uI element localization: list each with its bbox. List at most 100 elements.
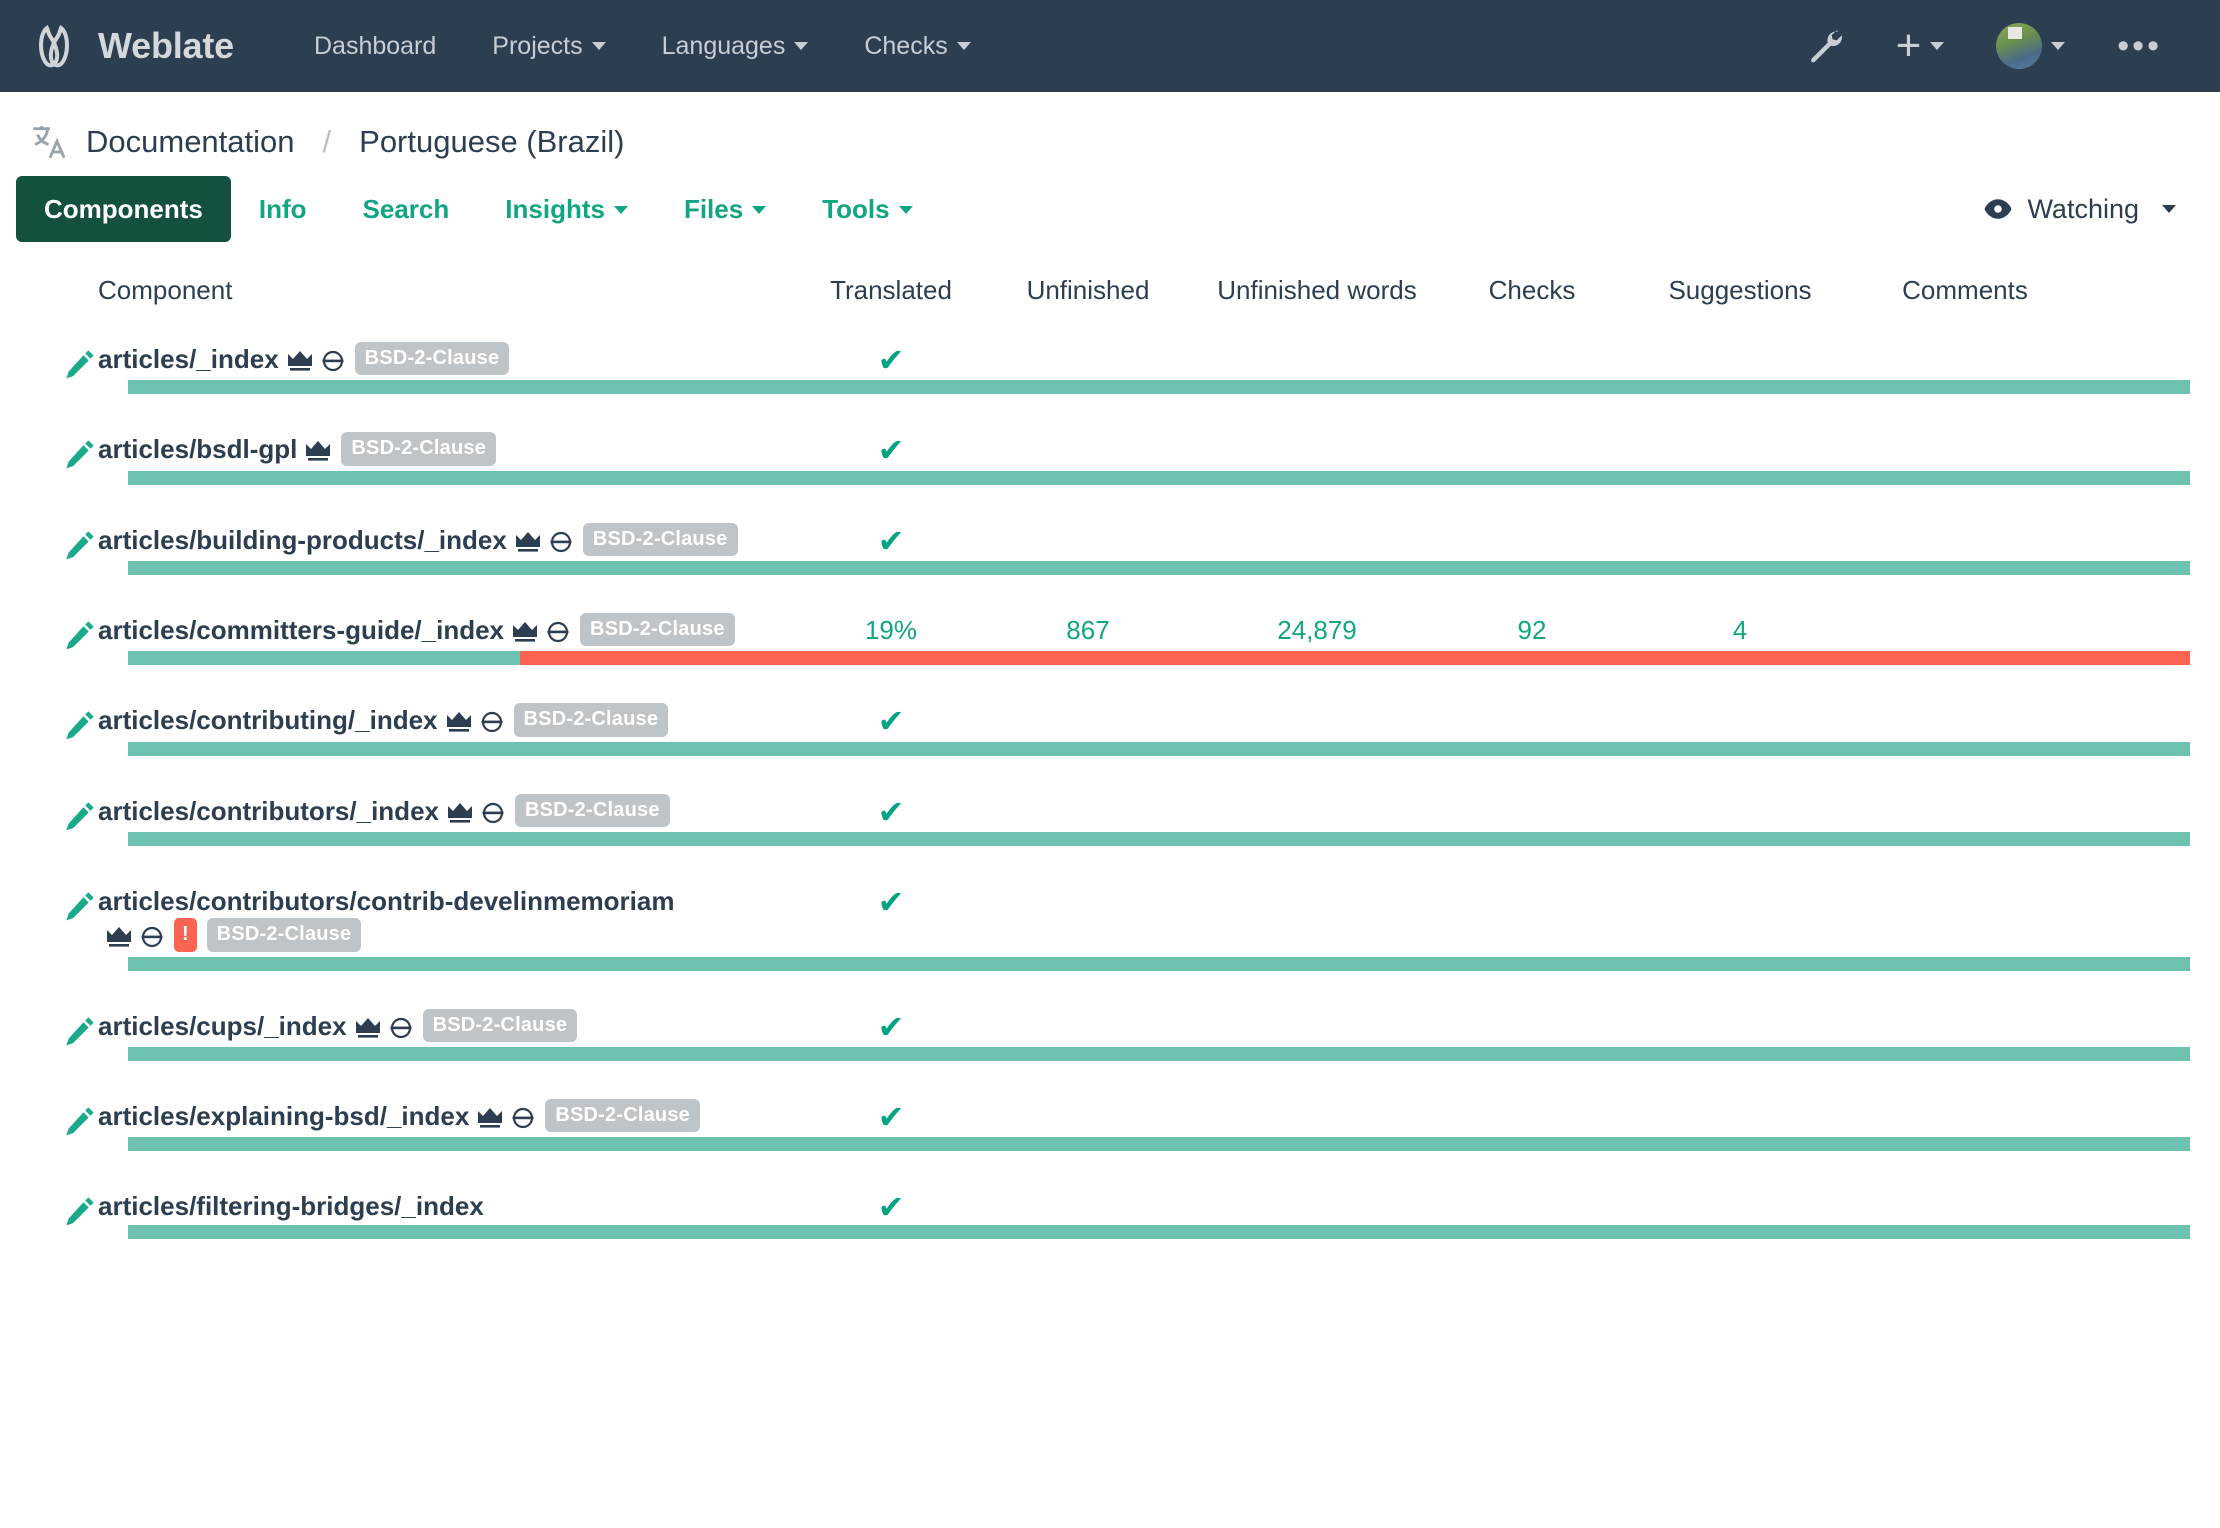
progress-translated-segment xyxy=(128,1137,2190,1151)
row-spacer xyxy=(30,1061,2190,1085)
progress-bar xyxy=(128,1225,2190,1239)
chevron-down-icon xyxy=(2051,42,2065,50)
component-name-link[interactable]: articles/committers-guide/_index xyxy=(98,615,504,645)
component-badges: ! BSD-2-Clause xyxy=(98,920,361,950)
nav-link-languages[interactable]: Languages xyxy=(634,0,837,92)
edit-pencil-icon[interactable] xyxy=(62,707,98,743)
progress-bar xyxy=(128,957,2190,971)
cell-checks xyxy=(1442,523,1622,525)
cell-suggestions xyxy=(1622,884,1858,886)
license-badge: BSD-2-Clause xyxy=(583,523,738,556)
header-component: Component xyxy=(98,275,798,306)
cell-checks xyxy=(1442,884,1622,886)
chevron-down-icon xyxy=(957,42,971,50)
tab-insights[interactable]: Insights xyxy=(477,176,656,242)
table-row: articles/bsdl-gplBSD-2-Clause✔ xyxy=(30,418,2190,508)
tab-files-label: Files xyxy=(684,194,743,224)
edit-pencil-icon[interactable] xyxy=(62,436,98,472)
component-name-link[interactable]: articles/filtering-bridges/_index xyxy=(98,1191,484,1221)
edit-pencil-icon[interactable] xyxy=(62,617,98,653)
cell-comments xyxy=(1858,884,2072,886)
cell-translated: ✔ xyxy=(798,884,984,920)
watching-dropdown[interactable]: Watching xyxy=(1983,194,2190,225)
cell-suggestions[interactable]: 4 xyxy=(1622,613,1858,646)
component-name-link[interactable]: articles/contributors/_index xyxy=(98,796,439,826)
table-row: articles/contributors/_indexBSD-2-Clause… xyxy=(30,780,2190,870)
table-row: articles/explaining-bsd/_indexBSD-2-Clau… xyxy=(30,1085,2190,1175)
cell-suggestions xyxy=(1622,342,1858,344)
chevron-down-icon xyxy=(794,42,808,50)
progress-bar xyxy=(128,380,2190,394)
component-name-link[interactable]: articles/contributors/contrib-develinmem… xyxy=(98,886,674,916)
user-menu-button[interactable] xyxy=(1970,0,2091,92)
nav-link-checks[interactable]: Checks xyxy=(836,0,998,92)
tab-files[interactable]: Files xyxy=(656,176,794,242)
chevron-down-icon xyxy=(899,206,913,214)
edit-pencil-icon[interactable] xyxy=(62,527,98,563)
cell-translated: ✔ xyxy=(798,1009,984,1045)
license-badge: BSD-2-Clause xyxy=(207,918,362,951)
tab-search[interactable]: Search xyxy=(335,176,478,242)
progress-bar xyxy=(128,561,2190,575)
more-menu-button[interactable]: ••• xyxy=(2091,0,2188,92)
wrench-settings-button[interactable] xyxy=(1780,0,1870,92)
brand-home-link[interactable]: Weblate xyxy=(34,22,234,70)
breadcrumb-language[interactable]: Portuguese (Brazil) xyxy=(359,124,624,160)
cell-checks xyxy=(1442,1009,1622,1011)
check-icon: ✔ xyxy=(878,1189,905,1225)
component-cell: articles/explaining-bsd/_indexBSD-2-Clau… xyxy=(98,1099,798,1137)
link-icon xyxy=(480,707,504,741)
tab-info[interactable]: Info xyxy=(231,176,335,242)
component-name-link[interactable]: articles/_index xyxy=(98,344,279,374)
alert-badge[interactable]: ! xyxy=(174,918,197,951)
link-icon xyxy=(140,922,164,956)
component-cell: articles/contributing/_indexBSD-2-Clause xyxy=(98,703,798,741)
crown-icon xyxy=(106,922,132,956)
check-icon: ✔ xyxy=(878,884,905,920)
cell-unfinished-words xyxy=(1192,1009,1442,1011)
component-name-link[interactable]: articles/explaining-bsd/_index xyxy=(98,1101,469,1131)
progress-untranslated-segment xyxy=(520,651,2190,665)
tab-components[interactable]: Components xyxy=(16,176,231,242)
component-badges: BSD-2-Clause xyxy=(504,615,735,645)
progress-translated-segment xyxy=(128,471,2190,485)
check-icon: ✔ xyxy=(878,1099,905,1135)
chevron-down-icon xyxy=(614,206,628,214)
edit-pencil-icon[interactable] xyxy=(62,798,98,834)
cell-suggestions xyxy=(1622,703,1858,705)
cell-unfinished[interactable]: 867 xyxy=(984,613,1192,646)
component-cell: articles/bsdl-gplBSD-2-Clause xyxy=(98,432,798,470)
edit-pencil-icon[interactable] xyxy=(62,888,98,924)
chevron-down-icon xyxy=(752,206,766,214)
nav-link-dashboard[interactable]: Dashboard xyxy=(286,0,464,92)
breadcrumb-project[interactable]: Documentation xyxy=(86,124,295,160)
edit-pencil-icon[interactable] xyxy=(62,1193,98,1229)
nav-link-projects[interactable]: Projects xyxy=(464,0,633,92)
table-row: articles/building-products/_index BSD-2-C… xyxy=(30,509,2190,599)
link-icon xyxy=(546,617,570,651)
cell-unfinished xyxy=(984,884,1192,886)
cell-comments xyxy=(1858,1189,2072,1191)
watching-label: Watching xyxy=(2027,194,2139,225)
component-name-link[interactable]: articles/building-products/_index xyxy=(98,525,507,555)
navbar-actions: + ••• xyxy=(1780,0,2188,92)
cell-unfinished xyxy=(984,1009,1192,1011)
component-name-link[interactable]: articles/bsdl-gpl xyxy=(98,434,297,464)
plus-icon: + xyxy=(1896,24,1922,68)
cell-comments xyxy=(1858,613,2072,615)
component-name-link[interactable]: articles/contributing/_index xyxy=(98,705,438,735)
edit-pencil-icon[interactable] xyxy=(62,1013,98,1049)
cell-translated[interactable]: 19% xyxy=(798,613,984,646)
edit-pencil-icon[interactable] xyxy=(62,346,98,382)
component-name-link[interactable]: articles/cups/_index xyxy=(98,1011,347,1041)
tab-tools[interactable]: Tools xyxy=(794,176,940,242)
progress-translated-segment xyxy=(128,380,2190,394)
component-badges: BSD-2-Clause xyxy=(279,344,510,374)
add-new-button[interactable]: + xyxy=(1870,0,1971,92)
cell-checks[interactable]: 92 xyxy=(1442,613,1622,646)
cell-translated: ✔ xyxy=(798,432,984,468)
nav-link-languages-label: Languages xyxy=(662,32,786,60)
edit-pencil-icon[interactable] xyxy=(62,1103,98,1139)
component-cell: articles/filtering-bridges/_index xyxy=(98,1189,798,1223)
cell-unfinished-words[interactable]: 24,879 xyxy=(1192,613,1442,646)
